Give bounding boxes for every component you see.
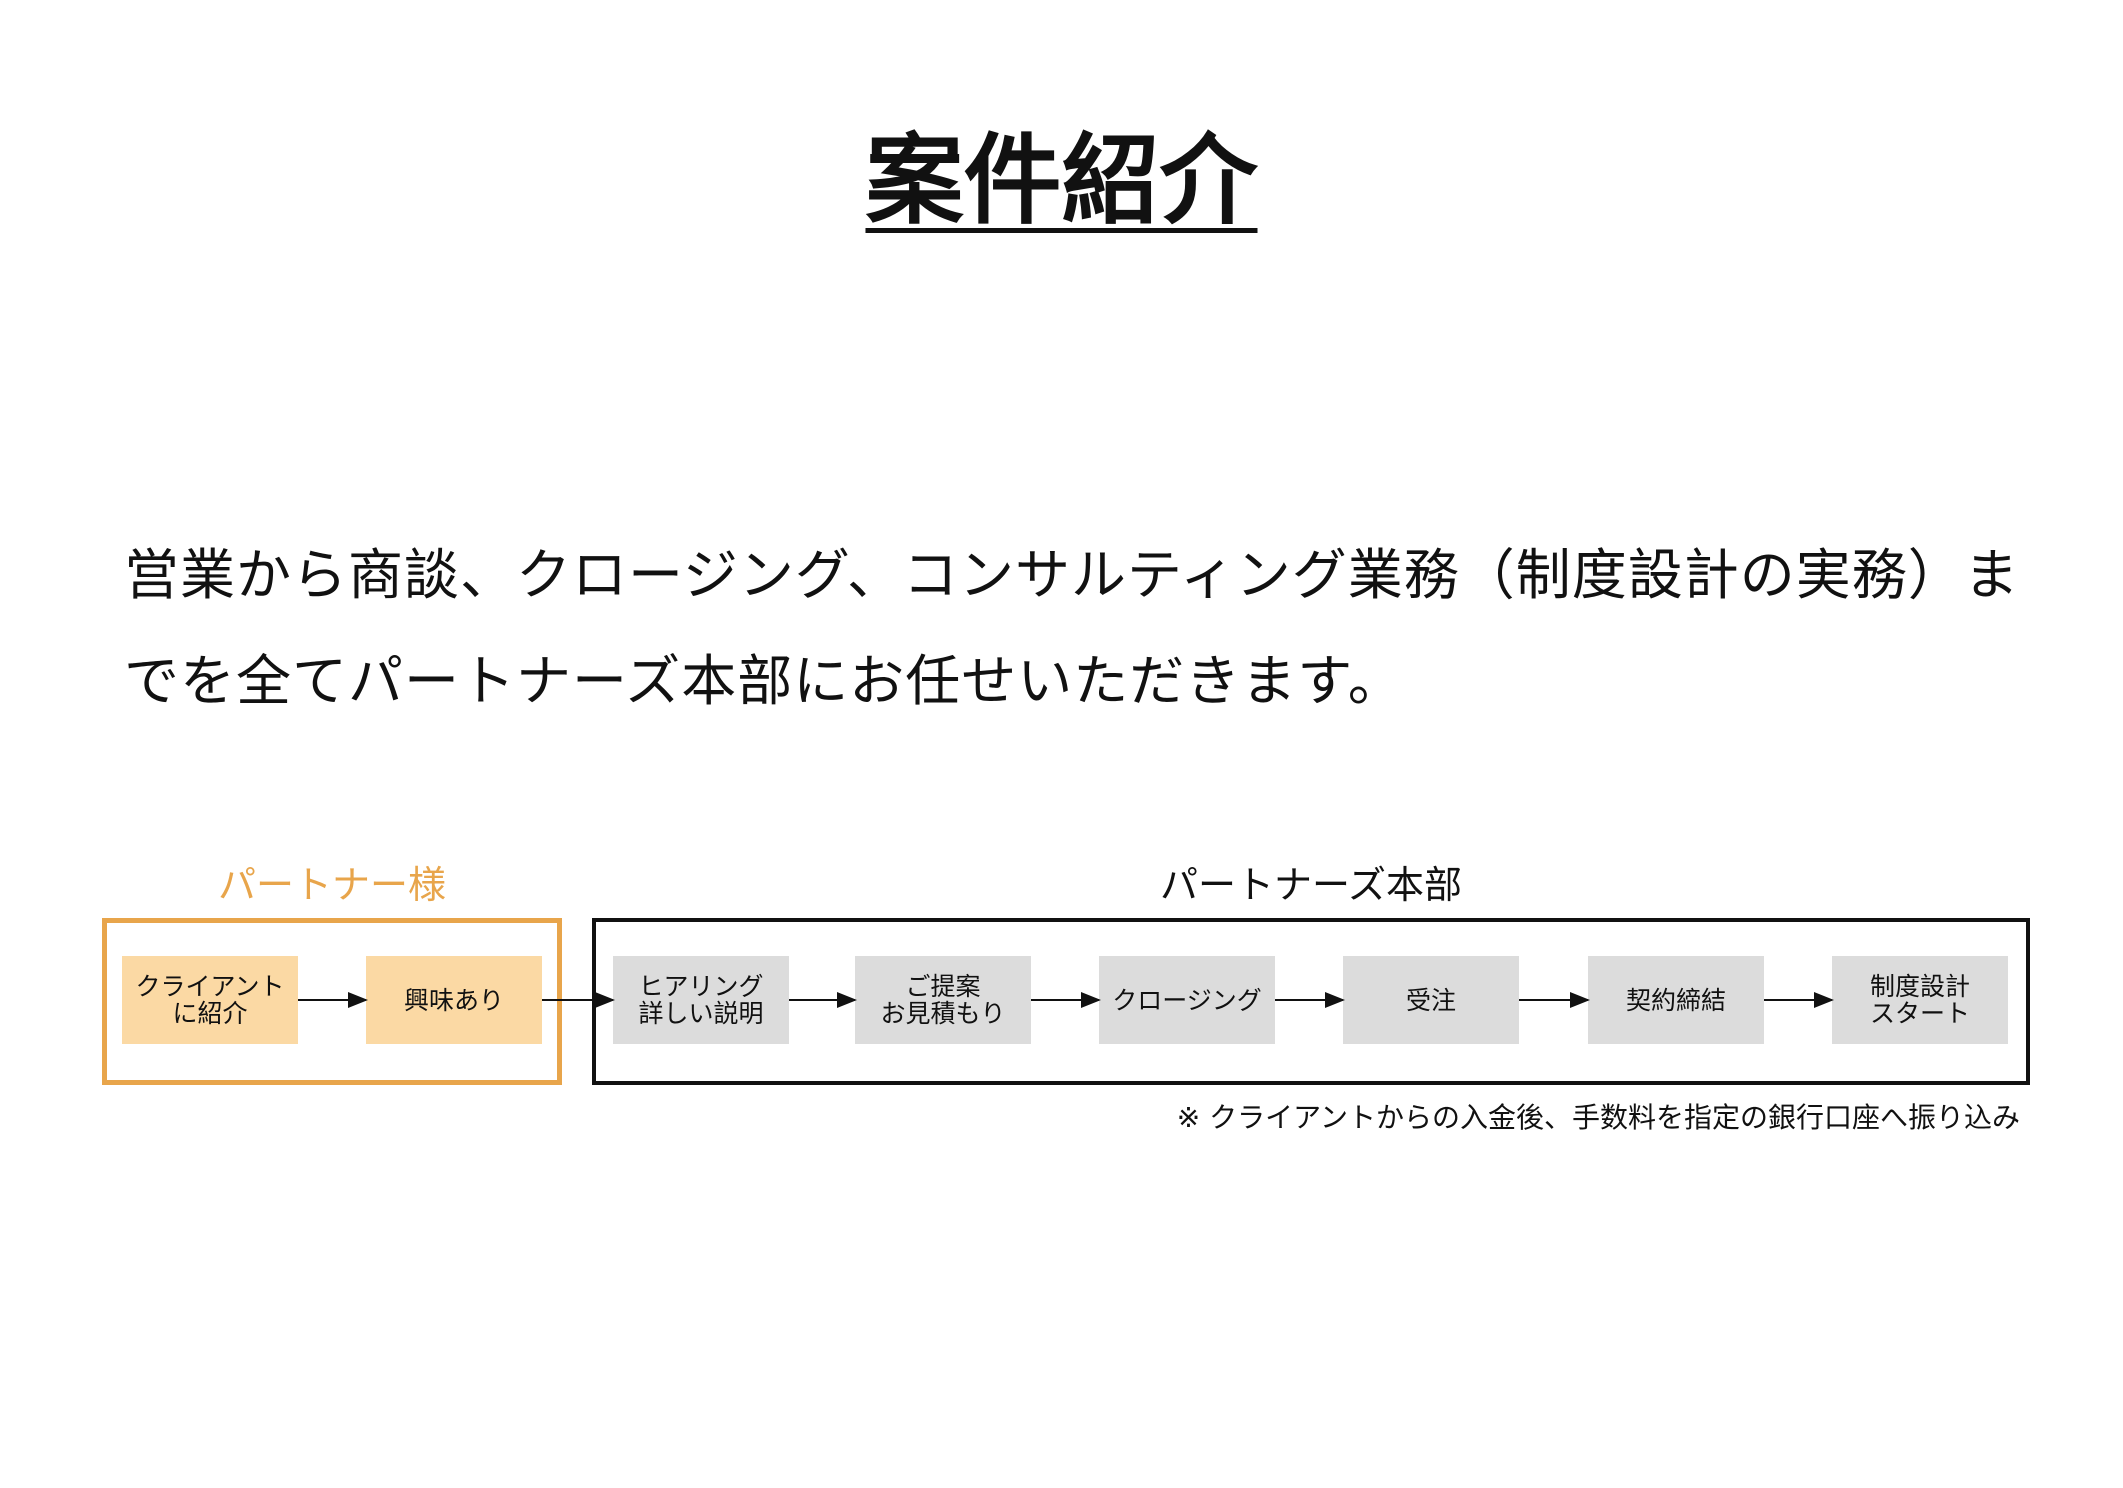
footnote: ※ クライアントからの入金後、手数料を指定の銀行口座へ振り込み	[1176, 1101, 2020, 1134]
flow-arrows	[298, 992, 1834, 1008]
